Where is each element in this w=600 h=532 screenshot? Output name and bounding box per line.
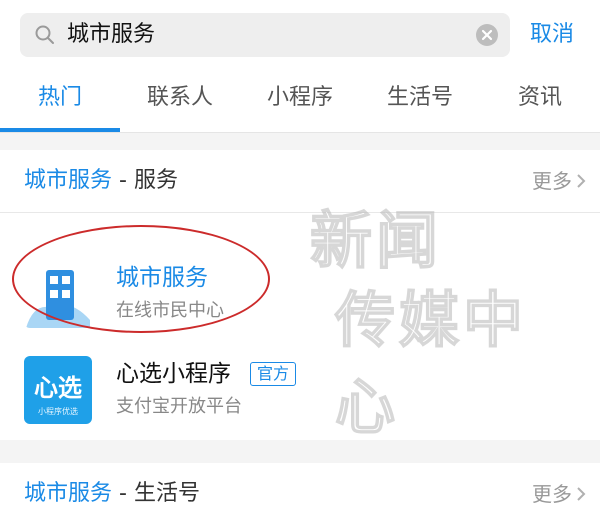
- search-icon: [35, 25, 54, 44]
- section-title: 城市服务 - 生活号: [24, 463, 200, 525]
- tab-bar: 热门 联系人 小程序 生活号 资讯: [0, 66, 600, 133]
- active-tab-indicator: [0, 128, 120, 132]
- tab-contacts[interactable]: 联系人: [120, 66, 240, 130]
- life-accounts-card: 城市服务 - 生活号 更多: [0, 463, 600, 532]
- section-header-services: 城市服务 - 服务 更多: [0, 150, 600, 213]
- cancel-button[interactable]: 取消: [530, 13, 574, 57]
- section-header-life: 城市服务 - 生活号 更多: [0, 463, 600, 525]
- chevron-right-icon[interactable]: [576, 173, 586, 189]
- section-title-suffix: - 生活号: [112, 481, 200, 506]
- more-link[interactable]: 更多: [532, 463, 572, 525]
- section-title-highlight: 城市服务: [24, 481, 113, 506]
- search-query: 城市服务: [67, 22, 156, 47]
- search-input[interactable]: 城市服务: [20, 13, 510, 57]
- chevron-right-icon[interactable]: [576, 486, 586, 502]
- clear-icon[interactable]: [475, 23, 499, 47]
- logo-text: 心选: [34, 374, 82, 402]
- section-title-suffix: - 服务: [112, 168, 178, 193]
- result-city-service[interactable]: 城市服务 在线市民中心: [0, 246, 600, 342]
- tab-life-accounts[interactable]: 生活号: [360, 66, 480, 130]
- result-title: 心选小程序: [116, 361, 231, 387]
- result-subtitle: 支付宝开放平台: [116, 396, 242, 417]
- result-xinxuan-mini-program[interactable]: 心选 小程序优选 心选小程序 官方 支付宝开放平台: [0, 342, 600, 438]
- section-title-highlight: 城市服务: [24, 168, 113, 193]
- services-card: 城市服务 - 服务 更多 城市服务 在线市民中心 心选 小程序优选 心选小程序 …: [0, 150, 600, 440]
- logo-caption: 小程序优选: [38, 407, 78, 416]
- tab-news[interactable]: 资讯: [480, 66, 600, 130]
- building-icon: [24, 260, 92, 328]
- tab-hot[interactable]: 热门: [0, 66, 120, 130]
- tab-mini-programs[interactable]: 小程序: [240, 66, 360, 130]
- official-badge: 官方: [250, 362, 297, 386]
- result-title: 城市服务: [116, 265, 208, 291]
- search-bar: 城市服务 取消: [0, 0, 600, 66]
- section-title: 城市服务 - 服务: [24, 150, 178, 212]
- xinxuan-logo: 心选 小程序优选: [24, 356, 92, 424]
- more-link[interactable]: 更多: [532, 150, 572, 212]
- result-subtitle: 在线市民中心: [116, 300, 224, 321]
